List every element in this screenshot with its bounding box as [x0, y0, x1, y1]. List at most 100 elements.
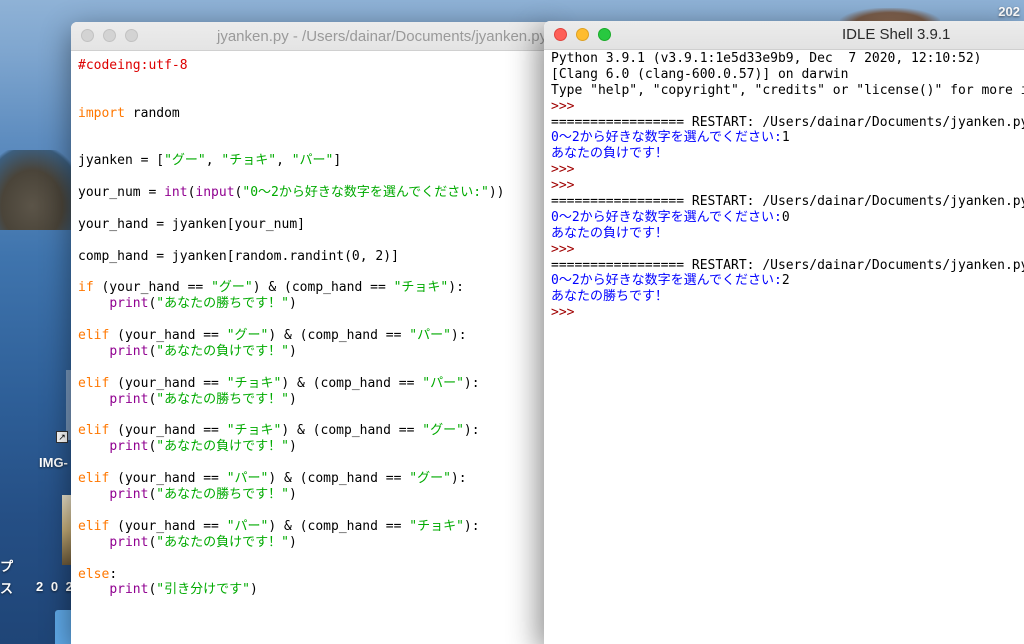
code-line-token: ): — [463, 423, 480, 439]
code-line-token: your_num = — [78, 185, 165, 201]
code-line-token: jyanken = [ — [78, 153, 165, 169]
code-line-token: ): — [450, 328, 467, 344]
alias-arrow-icon: ↗ — [56, 431, 68, 443]
code-line-token — [78, 296, 109, 311]
code-line: elif (your_hand == "グー") & (comp_hand ==… — [78, 328, 505, 344]
code-line-token: ): — [463, 375, 480, 391]
editor-window[interactable]: jyanken.py - /Users/dainar/Documents/jya… — [71, 22, 551, 644]
shell-line: ================= RESTART: /Users/dainar… — [551, 258, 1024, 274]
code-line-token: comp_hand = jyanken[random.randint(0, 2)… — [78, 248, 399, 264]
code-line: else: — [78, 567, 505, 583]
shell-line-token: あなたの負けです！ — [551, 146, 669, 162]
code-line-token: ) & (comp_hand == — [268, 471, 410, 487]
code-line-token: ) — [288, 391, 297, 407]
code-line-token: print — [109, 344, 149, 360]
code-line-token: ) — [288, 296, 297, 312]
code-line-token: print — [109, 391, 149, 407]
shell-line: 0〜2から好きな数字を選んでください:1 — [551, 130, 1024, 146]
code-line: print("あなたの勝ちです！") — [78, 296, 505, 312]
code-line-token: ) & (comp_hand == — [252, 280, 394, 296]
code-line-token: print — [109, 487, 149, 503]
code-line-token: "チョキ" — [221, 153, 277, 169]
code-line: comp_hand = jyanken[random.randint(0, 2)… — [78, 249, 505, 265]
code-line-token: ) & (comp_hand == — [281, 423, 423, 439]
shell-titlebar[interactable]: IDLE Shell 3.9.1 — [544, 21, 1024, 50]
code-line-token: (your_hand == — [109, 518, 227, 534]
minimize-button-icon[interactable] — [576, 28, 589, 41]
shell-line-token: >>> — [551, 98, 583, 114]
shell-line-token: あなたの負けです！ — [551, 225, 669, 241]
code-line-token: "パー" — [226, 471, 269, 487]
desktop-file-label-img[interactable]: IMG- — [39, 455, 68, 470]
close-button-inactive-icon[interactable] — [81, 29, 94, 42]
code-line: print("あなたの負けです！") — [78, 439, 505, 455]
code-line-token: ): — [463, 518, 480, 534]
shell-window[interactable]: IDLE Shell 3.9.1 Python 3.9.1 (v3.9.1:1e… — [544, 21, 1024, 644]
code-line: import random — [78, 106, 505, 122]
shell-line-token: 1 — [781, 130, 790, 146]
shell-line-token: [Clang 6.0 (clang-600.0.57)] on darwin — [551, 66, 849, 82]
code-line-token: ) — [288, 534, 297, 550]
code-line: print("あなたの負けです！") — [78, 344, 505, 360]
shell-line-token: ================= RESTART: /Users/dainar… — [551, 257, 1024, 273]
code-line-token: ) & (comp_hand == — [281, 375, 423, 391]
code-line: elif (your_hand == "パー") & (comp_hand ==… — [78, 471, 505, 487]
code-line-token: ) & (comp_hand == — [268, 518, 410, 534]
code-line-token: ) — [288, 344, 297, 360]
code-line: elif (your_hand == "パー") & (comp_hand ==… — [78, 519, 505, 535]
shell-line: [Clang 6.0 (clang-600.0.57)] on darwin — [551, 67, 1024, 83]
shell-line-token: 0〜2から好きな数字を選んでください: — [551, 130, 782, 146]
code-line-token: (your_hand == — [93, 280, 212, 296]
editor-titlebar[interactable]: jyanken.py - /Users/dainar/Documents/jya… — [71, 22, 551, 51]
code-line-token: "あなたの勝ちです！" — [156, 296, 289, 312]
code-line-token: print — [109, 296, 149, 312]
code-line-token: ): — [448, 280, 464, 296]
code-line-token: (your_hand == — [109, 328, 227, 344]
shell-line-token: Python 3.9.1 (v3.9.1:1e5d33e9b9, Dec 7 2… — [551, 51, 982, 66]
code-line-token: "チョキ" — [409, 518, 464, 534]
desktop-side-text-1: プ — [0, 559, 14, 574]
code-line-token — [78, 344, 109, 359]
close-button-icon[interactable] — [554, 28, 567, 41]
zoom-button-inactive-icon[interactable] — [125, 29, 138, 42]
shell-output-text[interactable]: Python 3.9.1 (v3.9.1:1e5d33e9b9, Dec 7 2… — [551, 51, 1024, 321]
shell-line: ================= RESTART: /Users/dainar… — [551, 115, 1024, 131]
code-line-token: else — [78, 566, 110, 582]
code-line-token: (your_hand == — [109, 423, 227, 439]
code-line: #codeing:utf-8 — [78, 58, 505, 74]
zoom-button-icon[interactable] — [598, 28, 611, 41]
code-line-token: ): — [450, 471, 467, 487]
shell-line-token: 2 — [781, 273, 790, 289]
shell-line: あなたの負けです！ — [551, 146, 1024, 162]
code-line-token: , — [205, 153, 222, 169]
code-line-token: ] — [333, 153, 342, 169]
code-line-token: print — [109, 582, 149, 598]
code-line-token: "グー" — [211, 280, 253, 296]
shell-line-token: 0〜2から好きな数字を選んでください: — [551, 209, 782, 225]
code-line-token: elif — [78, 518, 110, 534]
shell-line: >>> — [551, 99, 1024, 115]
shell-window-title: IDLE Shell 3.9.1 — [842, 26, 951, 43]
shell-line: あなたの勝ちです！ — [551, 289, 1024, 305]
shell-line: >>> — [551, 178, 1024, 194]
code-line-token: elif — [78, 328, 110, 344]
code-line-token: elif — [78, 471, 110, 487]
shell-line: >>> — [551, 305, 1024, 321]
shell-line: Python 3.9.1 (v3.9.1:1e5d33e9b9, Dec 7 2… — [551, 51, 1024, 67]
code-line-token: (your_hand == — [109, 375, 227, 391]
code-line-token: int — [164, 185, 188, 201]
shell-line: あなたの負けです！ — [551, 226, 1024, 242]
code-line: elif (your_hand == "チョキ") & (comp_hand =… — [78, 423, 505, 439]
code-line-token: "引き分けです" — [156, 582, 250, 598]
shell-line-token: Type "help", "copyright", "credits" or "… — [551, 82, 1024, 98]
code-editor-text[interactable]: #codeing:utf-8 import random jyanken = [ "グ… — [78, 58, 505, 598]
shell-line-token: >>> — [551, 241, 583, 257]
shell-line: ================= RESTART: /Users/dainar… — [551, 194, 1024, 210]
code-line-token: ) — [249, 582, 258, 598]
minimize-button-inactive-icon[interactable] — [103, 29, 116, 42]
